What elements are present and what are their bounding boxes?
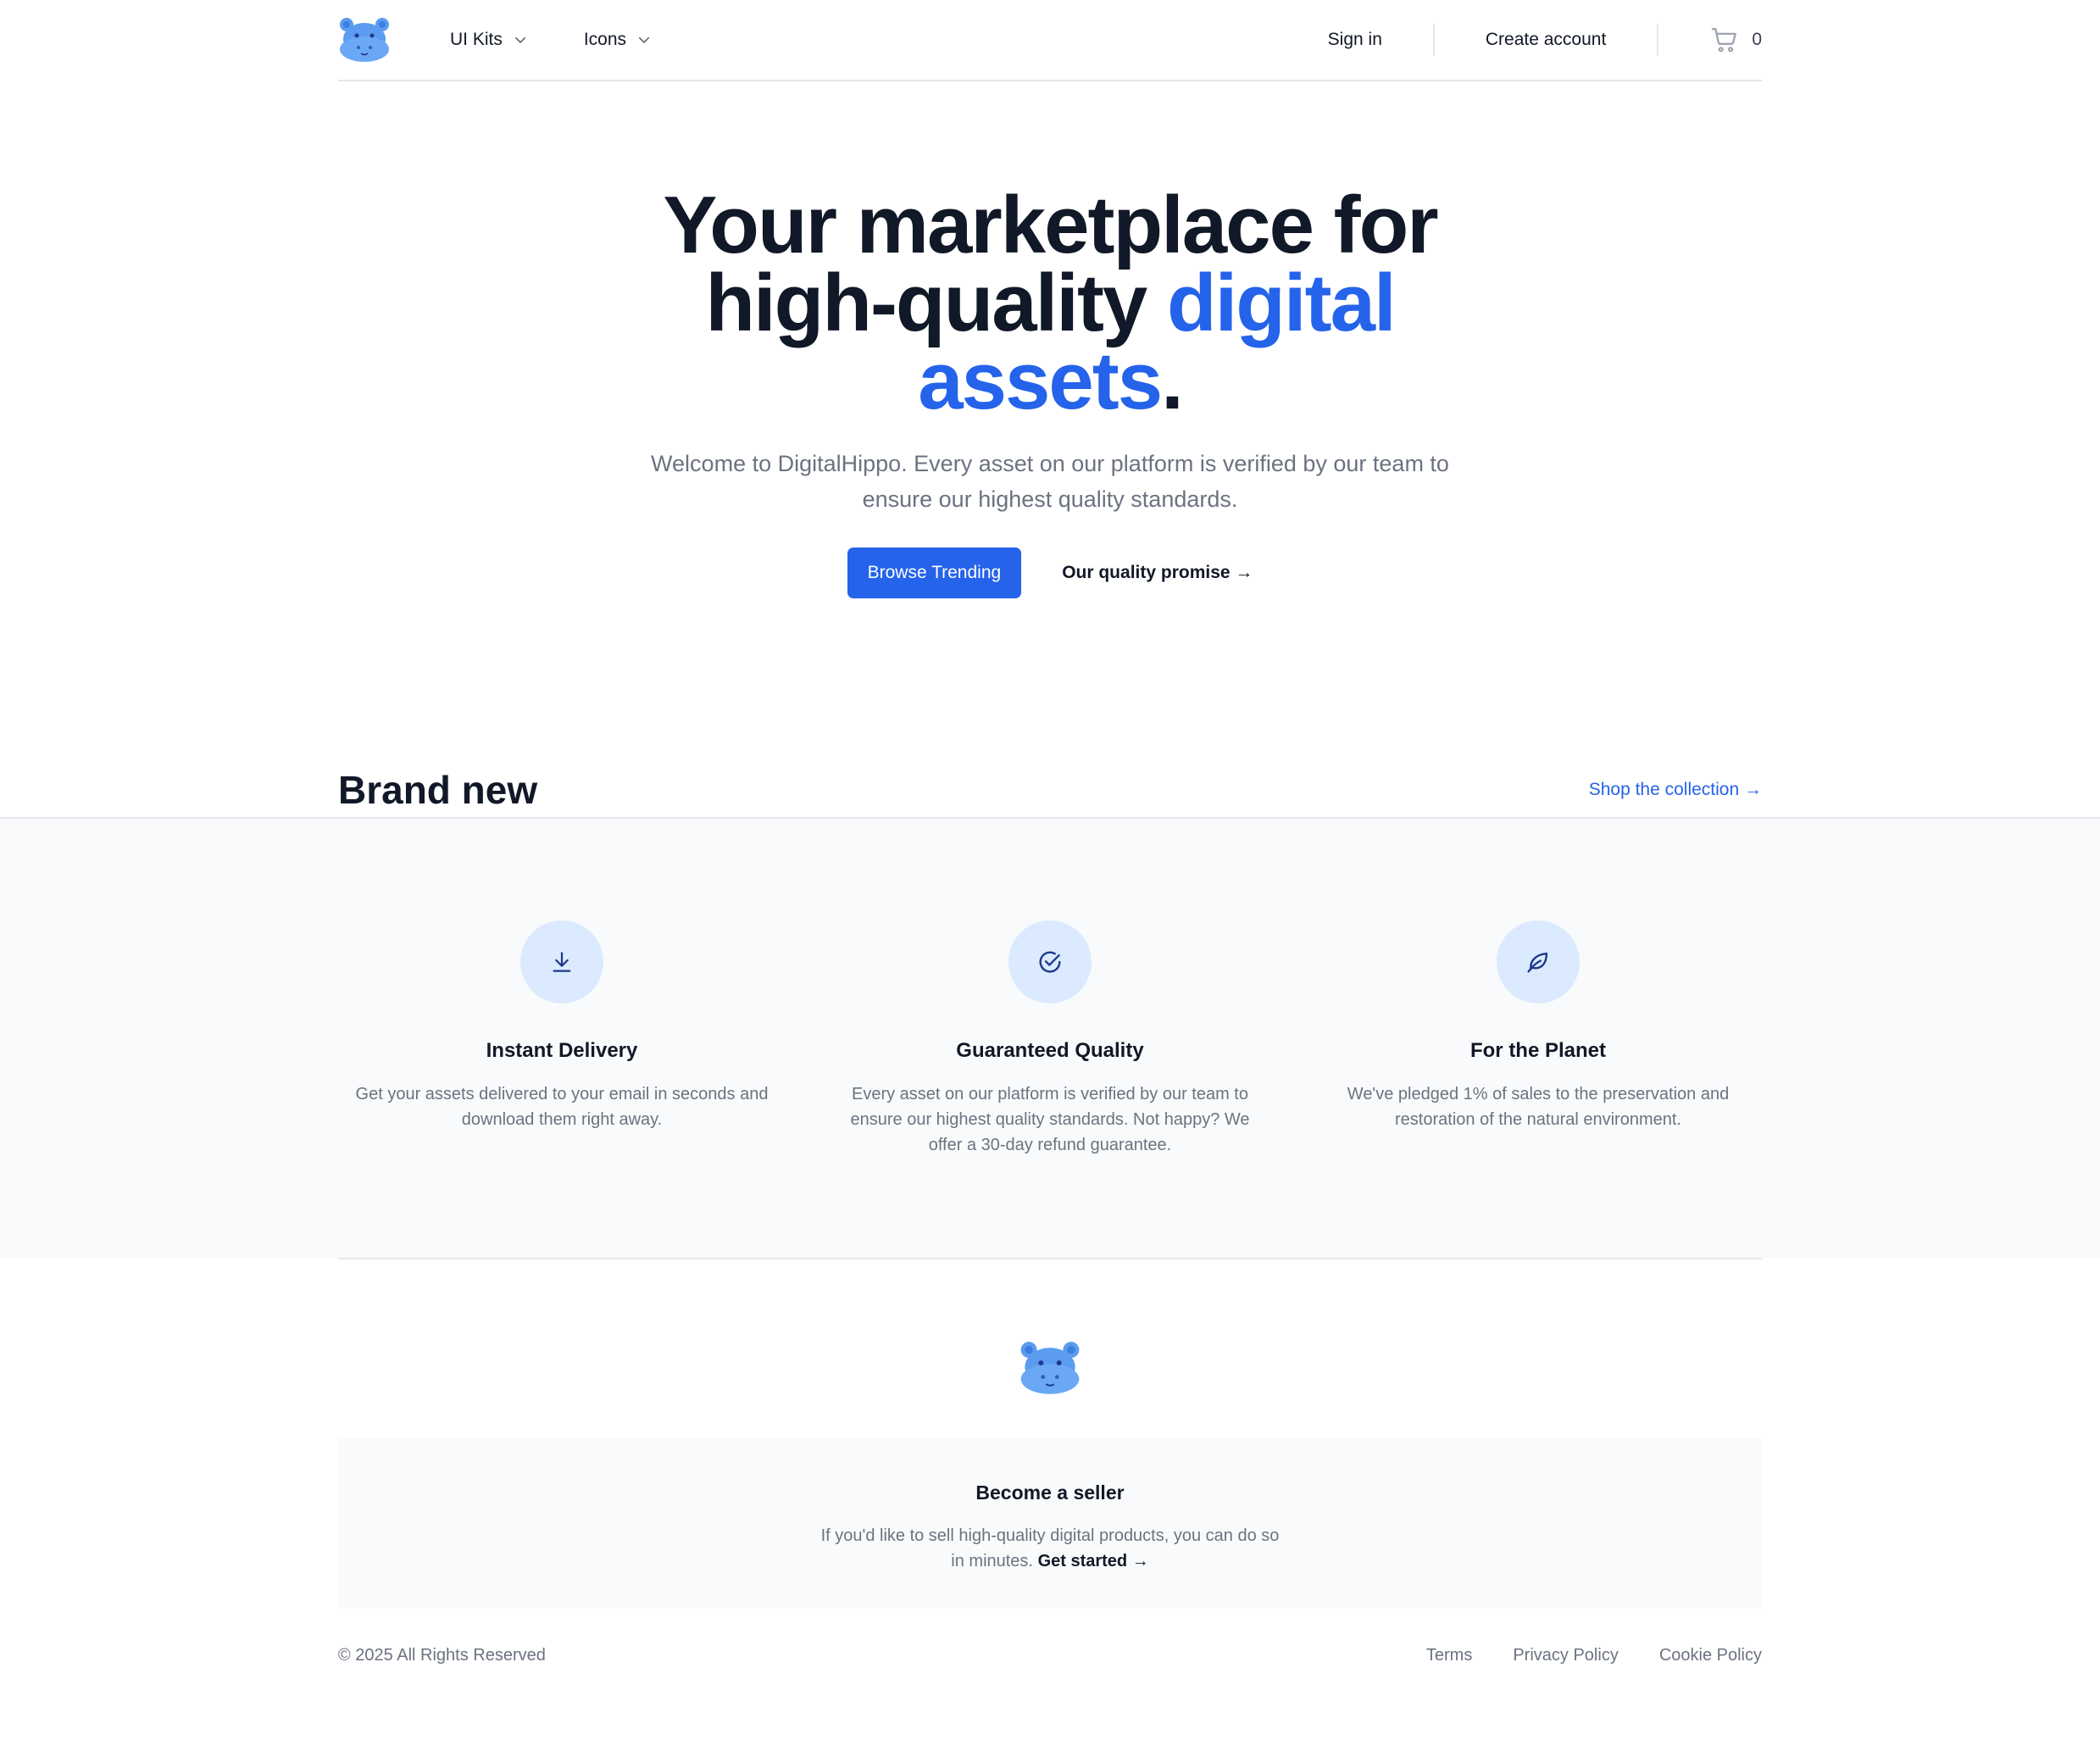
navbar: UI Kits Icons Sign in Create account 0: [338, 0, 1762, 81]
brand-new-title: Brand new: [338, 768, 538, 812]
hero-title: Your marketplace for high-quality digita…: [575, 185, 1525, 422]
sign-in-link[interactable]: Sign in: [1328, 30, 1382, 50]
chevron-down-icon: [639, 37, 650, 44]
nav-menu-label: UI Kits: [450, 30, 503, 49]
nav-divider: [1432, 24, 1435, 56]
perk-text: Every asset on our platform is verified …: [850, 1085, 1250, 1154]
perk-text: Get your assets delivered to your email …: [355, 1085, 769, 1129]
nav-divider: [1657, 24, 1659, 56]
browse-trending-button[interactable]: Browse Trending: [847, 548, 1022, 598]
hippo-logo-icon: [1020, 1342, 1080, 1394]
perk-instant-delivery: Instant Delivery Get your assets deliver…: [338, 920, 786, 1158]
perk-guaranteed-quality: Guaranteed Quality Every asset on our pl…: [826, 920, 1274, 1158]
perk-for-the-planet: For the Planet We've pledged 1% of sales…: [1314, 920, 1762, 1158]
terms-link[interactable]: Terms: [1426, 1646, 1472, 1665]
privacy-policy-link[interactable]: Privacy Policy: [1513, 1646, 1618, 1665]
footer: Become a seller If you'd like to sell hi…: [338, 1258, 1762, 1665]
become-seller-card: Become a seller If you'd like to sell hi…: [338, 1437, 1762, 1609]
nav-menu-label: Icons: [583, 30, 627, 49]
hero-title-end: .: [1161, 336, 1184, 426]
get-started-link[interactable]: Get started →: [1038, 1552, 1149, 1570]
cookie-policy-link[interactable]: Cookie Policy: [1659, 1646, 1762, 1665]
download-icon: [520, 920, 603, 1003]
footer-bottom-bar: © 2025 All Rights Reserved Terms Privacy…: [338, 1646, 1762, 1665]
copyright: © 2025 All Rights Reserved: [338, 1646, 546, 1665]
seller-title: Become a seller: [975, 1482, 1125, 1504]
perk-title: Instant Delivery: [486, 1039, 638, 1062]
perk-title: Guaranteed Quality: [956, 1039, 1144, 1062]
brand-new-header: Brand new Shop the collection →: [338, 764, 1762, 815]
chevron-down-icon: [514, 37, 525, 44]
legal-links: Terms Privacy Policy Cookie Policy: [1426, 1646, 1762, 1665]
cart-count: 0: [1752, 30, 1762, 49]
hero-section: Your marketplace for high-quality digita…: [338, 81, 1762, 598]
cart-button[interactable]: 0: [1709, 25, 1762, 54]
quality-promise-button[interactable]: Our quality promise →: [1062, 563, 1253, 583]
perk-text: We've pledged 1% of sales to the preserv…: [1347, 1085, 1730, 1129]
leaf-icon: [1497, 920, 1580, 1003]
shopping-cart-icon: [1712, 28, 1737, 53]
shop-collection-link[interactable]: Shop the collection →: [1589, 780, 1762, 800]
check-circle-icon: [1008, 920, 1092, 1003]
seller-text: If you'd like to sell high-quality digit…: [813, 1523, 1287, 1574]
nav-menu-ui-kits[interactable]: UI Kits: [450, 30, 528, 50]
hippo-logo-icon[interactable]: [338, 14, 392, 65]
hero-subtitle: Welcome to DigitalHippo. Every asset on …: [651, 451, 1449, 512]
perk-title: For the Planet: [1469, 1039, 1607, 1062]
perks-section: Instant Delivery Get your assets deliver…: [0, 817, 2100, 1258]
create-account-link[interactable]: Create account: [1486, 30, 1606, 50]
nav-menu-icons[interactable]: Icons: [584, 30, 652, 50]
